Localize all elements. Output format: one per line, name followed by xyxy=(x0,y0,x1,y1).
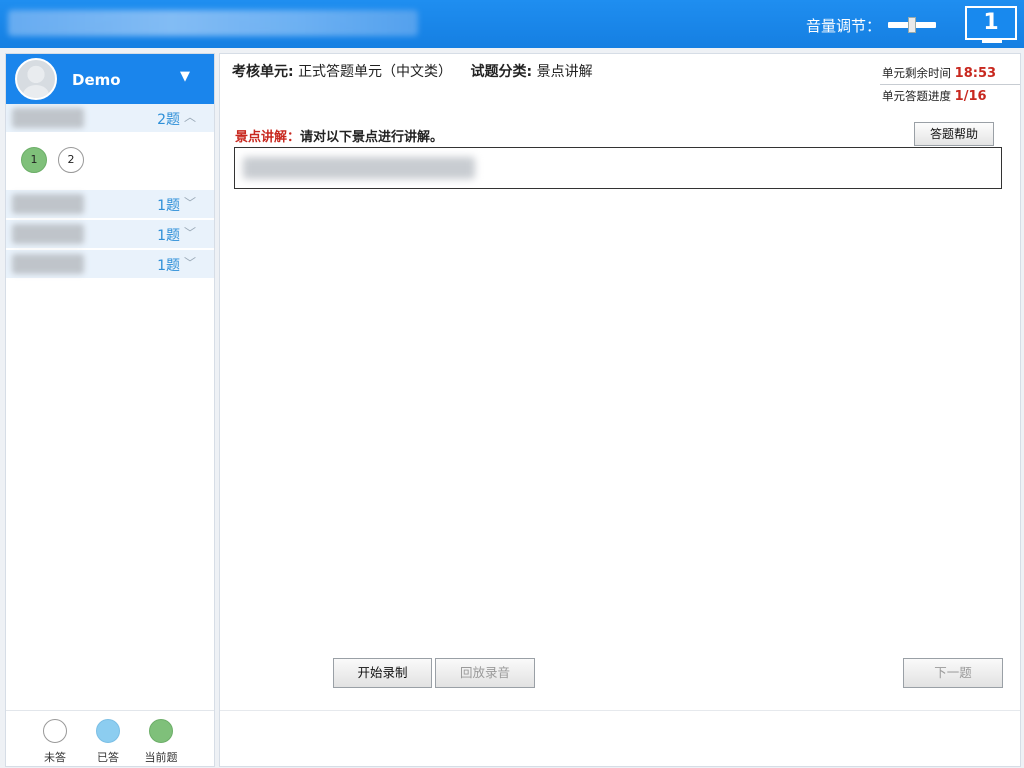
section-count: 1题 xyxy=(157,198,180,214)
legend-unanswered: 未答 xyxy=(44,751,66,764)
status-legend: 未答 已答 当前题 xyxy=(6,710,214,767)
legend-answered: 已答 xyxy=(97,751,119,764)
answer-progress: 单元答题进度 1/16 xyxy=(882,88,987,104)
question-prompt: 请对以下景点进行讲解。 xyxy=(300,130,444,145)
section-count: 2题 xyxy=(157,112,180,128)
user-name: Demo xyxy=(72,71,121,89)
blurred-section-title xyxy=(12,224,84,244)
help-button[interactable]: 答题帮助 xyxy=(914,122,994,146)
chevron-up-icon[interactable]: ︿ xyxy=(184,108,196,125)
avatar xyxy=(15,58,57,100)
unit-label: 考核单元: xyxy=(232,64,294,80)
time-remaining: 单元剩余时间 18:53 xyxy=(882,65,996,81)
blurred-question-content xyxy=(243,157,475,179)
top-bar: 音量调节： 1 xyxy=(0,0,1024,48)
playback-button[interactable]: 回放录音 xyxy=(435,658,535,688)
divider xyxy=(880,84,1020,85)
section-count: 1题 xyxy=(157,228,180,244)
time-remaining-label: 单元剩余时间 xyxy=(882,66,951,80)
section-row-3[interactable]: 1题 ﹀ xyxy=(6,220,214,248)
avatar-user-icon xyxy=(23,85,49,98)
exam-header: 考核单元: 正式答题单元（中文类） 试题分类: 景点讲解 xyxy=(232,61,593,81)
chevron-down-icon[interactable]: ﹀ xyxy=(184,254,196,271)
question-content-box xyxy=(234,147,1002,189)
category-label: 试题分类: xyxy=(470,64,533,80)
volume-slider[interactable] xyxy=(888,17,936,33)
question-list: 1 2 xyxy=(6,132,214,190)
chevron-down-icon[interactable]: ﹀ xyxy=(184,194,196,211)
divider xyxy=(220,710,1020,711)
blurred-title xyxy=(8,10,418,36)
section-row-2[interactable]: 1题 ﹀ xyxy=(6,190,214,218)
sidebar: Demo ▼ 2题 ︿ 1 2 1题 ﹀ 1题 ﹀ 1题 ﹀ 未答 已答 当前题 xyxy=(5,53,215,767)
unit-value: 正式答题单元（中文类） xyxy=(298,64,453,80)
blurred-section-title xyxy=(12,254,84,274)
monitor-stand-icon xyxy=(982,40,1002,43)
next-question-button[interactable]: 下一题 xyxy=(903,658,1003,688)
time-remaining-value: 18:53 xyxy=(954,66,997,81)
main-panel: 考核单元: 正式答题单元（中文类） 试题分类: 景点讲解 单元剩余时间 18:5… xyxy=(219,53,1021,767)
volume-label: 音量调节： xyxy=(806,17,882,35)
section-count: 1题 xyxy=(157,258,180,274)
current-dot-icon xyxy=(149,719,173,743)
blurred-section-title xyxy=(12,108,84,128)
start-recording-button[interactable]: 开始录制 xyxy=(333,658,432,688)
category-value: 景点讲解 xyxy=(536,64,593,80)
section-row-4[interactable]: 1题 ﹀ xyxy=(6,250,214,278)
screen-number-button[interactable]: 1 xyxy=(965,6,1017,40)
volume-thumb[interactable] xyxy=(908,17,916,33)
section-row-1[interactable]: 2题 ︿ xyxy=(6,104,214,132)
caret-down-icon[interactable]: ▼ xyxy=(180,69,190,84)
question-item-1[interactable]: 1 xyxy=(21,147,47,173)
progress-value: 1/16 xyxy=(954,89,987,104)
unanswered-dot-icon xyxy=(43,719,67,743)
legend-current: 当前题 xyxy=(144,751,178,764)
answered-dot-icon xyxy=(96,719,120,743)
user-header[interactable]: Demo ▼ xyxy=(6,54,214,104)
question-tag: 景点讲解： xyxy=(235,130,301,145)
question-label: 景点讲解：请对以下景点进行讲解。 xyxy=(235,126,443,145)
question-item-2[interactable]: 2 xyxy=(58,147,84,173)
blurred-section-title xyxy=(12,194,84,214)
time-progress-box: 单元剩余时间 18:53 单元答题进度 1/16 xyxy=(872,62,1020,106)
chevron-down-icon[interactable]: ﹀ xyxy=(184,224,196,241)
progress-label: 单元答题进度 xyxy=(882,89,951,103)
